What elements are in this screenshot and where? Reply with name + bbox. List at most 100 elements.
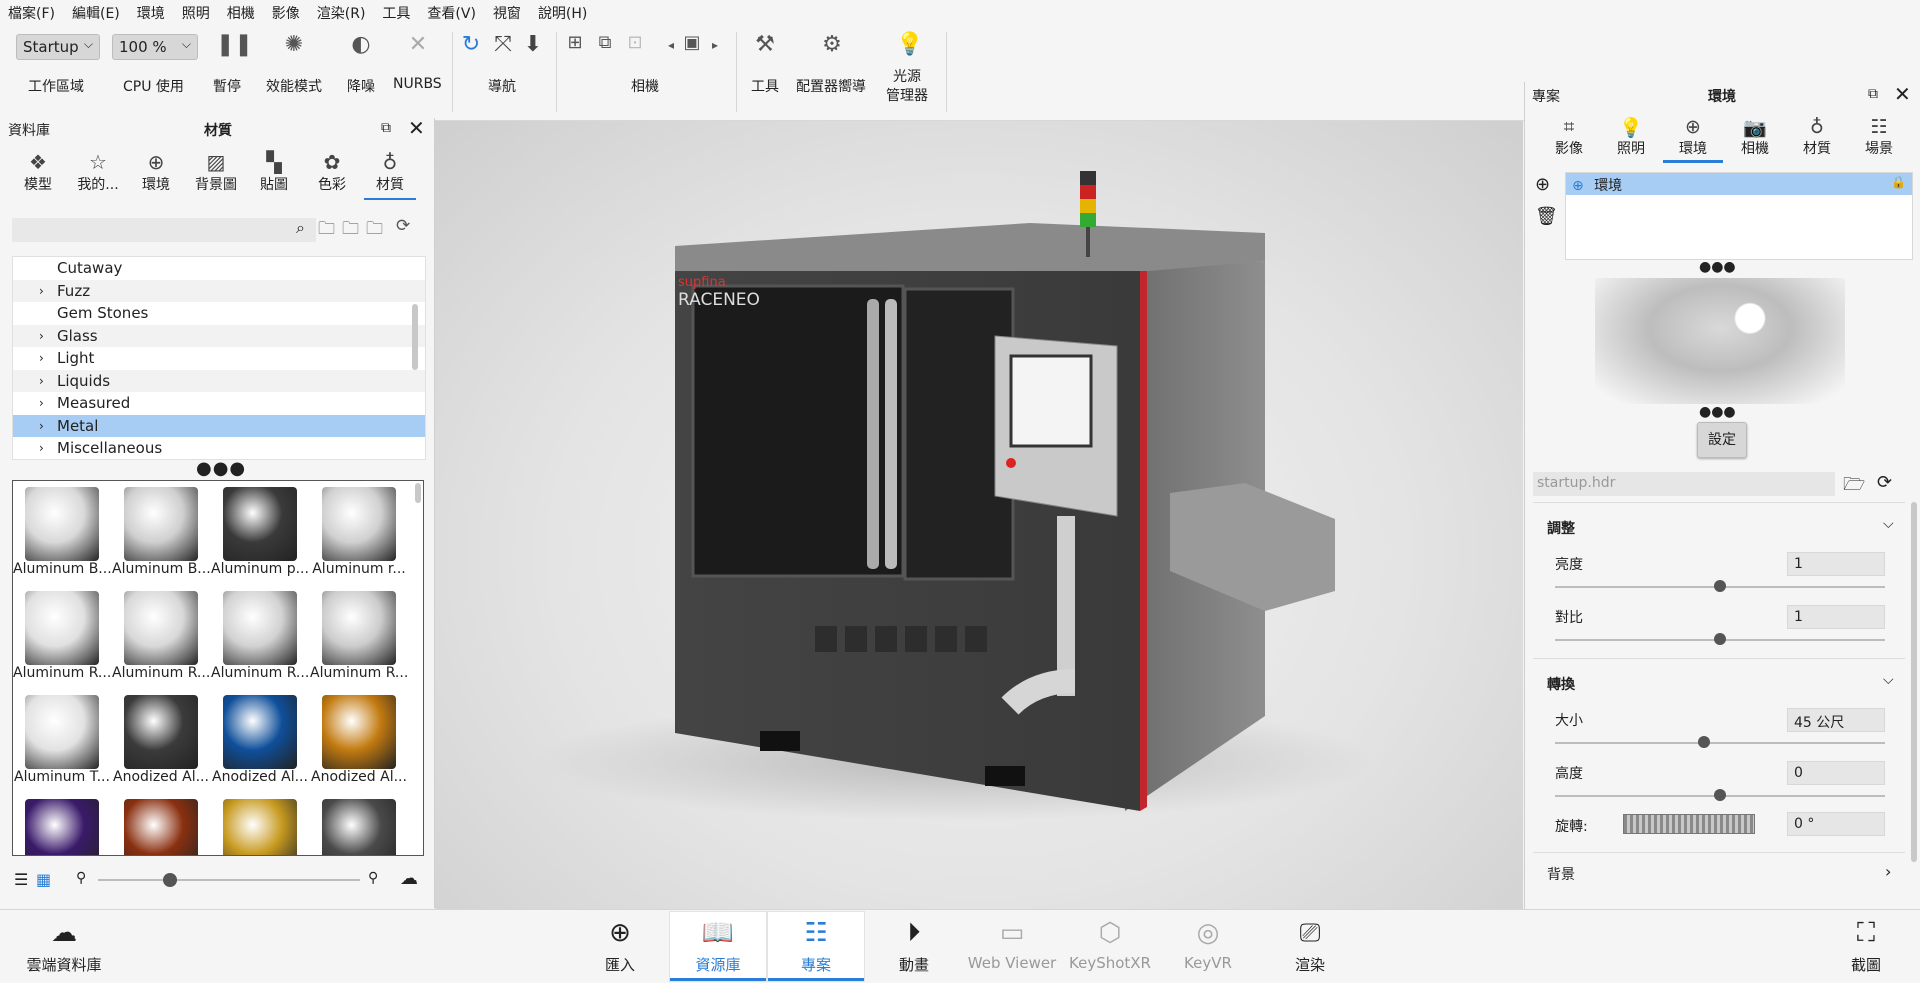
material-thumbnail[interactable]: Aluminum R... <box>310 585 408 689</box>
folder-import-icon[interactable]: 🗀 <box>342 216 359 245</box>
menu-file[interactable]: 檔案(F) <box>0 0 64 24</box>
material-thumbnail[interactable] <box>13 793 111 855</box>
panel-scrollbar[interactable] <box>1911 502 1917 862</box>
chevron-right-icon[interactable]: › <box>39 437 44 459</box>
slider-knob[interactable] <box>163 873 177 887</box>
camera-prev-icon[interactable]: ◂ <box>664 38 678 52</box>
folder-add-icon[interactable]: 🗀 <box>318 216 335 245</box>
cloud-upload-icon[interactable]: ☁ <box>400 868 418 889</box>
tree-scrollbar[interactable] <box>412 304 418 370</box>
keyvr-button[interactable]: ◎ KeyVR <box>1160 912 1256 978</box>
menu-tools[interactable]: 工具 <box>374 0 419 24</box>
material-thumbnail[interactable]: Aluminum B... <box>13 481 111 585</box>
zoom-out-icon[interactable]: ⚲ <box>76 870 86 886</box>
menu-lighting[interactable]: 照明 <box>174 0 219 24</box>
render-button[interactable]: ⎚ 渲染 <box>1262 912 1358 978</box>
refresh-icon[interactable]: ⟳ <box>396 216 410 236</box>
performance-mode-icon[interactable]: ✺ <box>283 32 305 57</box>
library-button[interactable]: 📖 資源庫 <box>670 912 766 981</box>
pause-icon[interactable]: ❚❚ <box>216 32 253 57</box>
denoise-icon[interactable]: ◐ <box>350 32 372 57</box>
contrast-input[interactable]: 1 <box>1787 605 1885 629</box>
add-environment-icon[interactable]: ⊕ <box>1535 174 1550 195</box>
tree-item-liquids[interactable]: › Liquids <box>13 369 425 392</box>
menu-edit[interactable]: 編輯(E) <box>64 0 129 24</box>
close-icon[interactable]: ✕ <box>1894 82 1911 106</box>
material-thumbnail[interactable]: Aluminum R... <box>211 585 309 689</box>
tab-colors[interactable]: ✿ 色彩 <box>306 150 358 194</box>
size-slider[interactable] <box>1555 742 1885 744</box>
splitter-handle[interactable]: ●●● <box>1699 259 1736 275</box>
rotation-dial[interactable] <box>1623 814 1755 834</box>
material-thumbnail[interactable]: Anodized Al... <box>211 689 309 793</box>
chevron-down-icon[interactable]: ⌵ <box>1883 672 1894 688</box>
tree-item-miscellaneous[interactable]: › Miscellaneous <box>13 437 425 459</box>
splitter-handle[interactable]: ●●● <box>1699 404 1736 420</box>
camera-next-icon[interactable]: ▸ <box>708 38 722 52</box>
hdri-preview[interactable] <box>1595 278 1845 404</box>
tree-item-cutaway[interactable]: Cutaway <box>13 257 425 280</box>
chevron-right-icon[interactable]: › <box>39 392 44 414</box>
chevron-down-icon[interactable]: ⌵ <box>1883 516 1894 532</box>
menu-window[interactable]: 視窗 <box>485 0 530 24</box>
material-thumbnail[interactable] <box>112 793 210 855</box>
camera-copy-icon[interactable]: ⧉ <box>594 32 616 53</box>
tree-item-fuzz[interactable]: › Fuzz <box>13 279 425 302</box>
tab-backplates[interactable]: ▨ 背景圖 <box>190 150 242 194</box>
chevron-right-icon[interactable]: › <box>39 370 44 392</box>
size-input[interactable]: 45 公尺 <box>1787 708 1885 732</box>
tree-item-metal[interactable]: › Metal <box>13 414 425 437</box>
screenshot-button[interactable]: ⛶ 截圖 <box>1818 912 1914 978</box>
brightness-slider-knob[interactable] <box>1714 580 1726 592</box>
chevron-right-icon[interactable]: › <box>39 347 44 369</box>
drop-to-ground-icon[interactable]: ⬇ <box>522 32 544 57</box>
tab-textures[interactable]: ▚ 貼圖 <box>248 150 300 194</box>
cpu-usage-dropdown[interactable]: 100 % ⌵ <box>112 34 198 60</box>
grid-view-icon[interactable]: ▦ <box>36 870 51 889</box>
camera-add-icon[interactable]: ⊞ <box>564 32 586 53</box>
camera-remove-icon[interactable]: ⊡ <box>624 32 646 53</box>
lock-icon[interactable]: 🔒 <box>1891 175 1906 189</box>
tab-environment[interactable]: ⊕ 環境 <box>1663 116 1723 163</box>
material-thumbnail[interactable]: Anodized Al... <box>310 689 408 793</box>
menu-image[interactable]: 影像 <box>264 0 309 24</box>
tree-item-light[interactable]: › Light <box>13 347 425 370</box>
rotate-icon[interactable]: ↻ <box>460 32 482 57</box>
camera-icon[interactable]: ▣ <box>681 32 703 53</box>
brightness-input[interactable]: 1 <box>1787 552 1885 576</box>
contrast-slider-knob[interactable] <box>1714 633 1726 645</box>
settings-button[interactable]: 設定 <box>1697 422 1747 458</box>
zoom-in-icon[interactable]: ⚲ <box>368 870 378 886</box>
chevron-right-icon[interactable]: › <box>39 415 44 437</box>
material-thumbnail[interactable]: Aluminum R... <box>13 585 111 689</box>
rotation-input[interactable]: 0 ° <box>1787 812 1885 836</box>
web-viewer-button[interactable]: ▭ Web Viewer <box>964 912 1060 978</box>
nurbs-icon[interactable]: ✕ <box>407 32 429 57</box>
tab-scene[interactable]: ☷ 場景 <box>1849 116 1909 158</box>
tab-favorites[interactable]: ☆ 我的... <box>72 150 124 194</box>
menu-environment[interactable]: 環境 <box>129 0 174 24</box>
grid-scrollbar[interactable] <box>415 483 421 503</box>
render-viewport[interactable]: supfina RACENEO <box>435 121 1523 909</box>
material-thumbnail[interactable]: Aluminum B... <box>112 481 210 585</box>
material-thumbnail[interactable]: Anodized Al... <box>112 689 210 793</box>
chevron-right-icon[interactable]: › <box>39 325 44 347</box>
tab-material[interactable]: ♁ 材質 <box>1787 116 1847 158</box>
undock-icon[interactable]: ⧉ <box>381 120 391 136</box>
animation-button[interactable]: ⏵ 動畫 <box>866 912 962 978</box>
chevron-right-icon[interactable]: › <box>1885 862 1891 881</box>
tree-item-glass[interactable]: › Glass <box>13 324 425 347</box>
close-icon[interactable]: ✕ <box>408 116 425 140</box>
material-thumbnail[interactable]: Aluminum r... <box>310 481 408 585</box>
height-input[interactable]: 0 <box>1787 761 1885 785</box>
tab-camera[interactable]: 📷 相機 <box>1725 116 1785 158</box>
import-button[interactable]: ⊕ 匯入 <box>572 912 668 978</box>
material-thumbnail[interactable] <box>211 793 309 855</box>
keyshotxr-button[interactable]: ⬡ KeyShotXR <box>1062 912 1158 978</box>
material-thumbnail[interactable] <box>310 793 408 855</box>
light-manager-icon[interactable]: 💡 <box>896 32 923 57</box>
trash-icon[interactable]: 🗑 <box>1535 206 1558 227</box>
size-slider-knob[interactable] <box>1697 736 1710 748</box>
material-thumbnail[interactable]: Aluminum T... <box>13 689 111 793</box>
tools-icon[interactable]: ⚒ <box>754 32 776 57</box>
